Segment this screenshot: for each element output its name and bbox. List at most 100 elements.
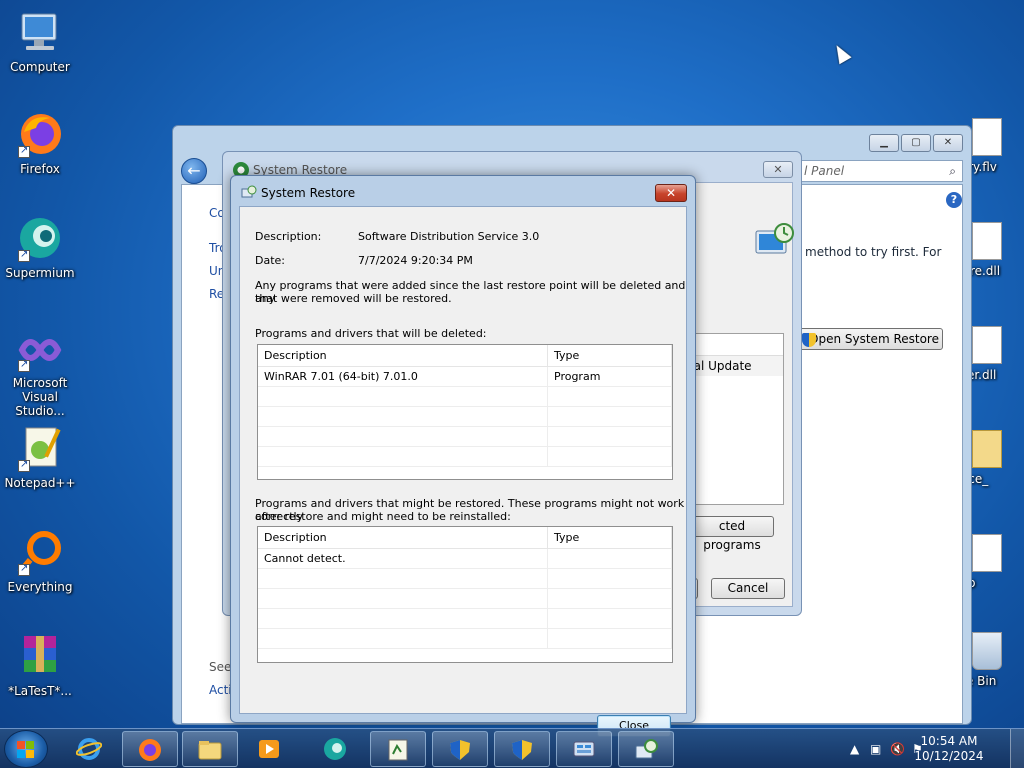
scan-affected-programs-button[interactable]: cted programs — [690, 516, 774, 552]
list-item[interactable]: cal Update — [683, 356, 783, 376]
desktop-icon-everything[interactable]: Everything — [0, 528, 80, 594]
help-icon[interactable]: ? — [946, 192, 962, 208]
control-panel-icon — [573, 741, 595, 757]
shield-icon — [512, 740, 532, 760]
table-row[interactable]: Cannot detect. — [258, 549, 672, 569]
maximize-button[interactable]: ▢ — [901, 134, 931, 152]
empty-row — [258, 387, 672, 407]
show-hidden-icons-icon[interactable]: ▲ — [850, 742, 859, 756]
row-description: Cannot detect. — [258, 549, 548, 568]
empty-row — [258, 629, 672, 649]
date-label: Date: — [255, 254, 285, 267]
date-value: 7/7/2024 9:20:34 PM — [358, 254, 473, 267]
wizard-close-button[interactable]: ✕ — [763, 161, 793, 178]
desktop-icon-visual-studio[interactable]: Microsoft Visual Studio... — [0, 330, 80, 418]
system-tray: ▲ ▣ 🔇 ⚑ 10:54 AM 10/12/2024 — [834, 729, 1024, 768]
dialog-body: Description: Software Distribution Servi… — [239, 206, 687, 737]
taskbar-control-panel[interactable] — [556, 731, 612, 767]
start-button[interactable] — [4, 730, 48, 768]
show-desktop-button[interactable] — [1010, 729, 1024, 768]
desktop-icon-firefox[interactable]: Firefox — [0, 110, 80, 176]
open-system-restore-button[interactable]: Open System Restore — [793, 328, 943, 350]
taskbar-notepadpp[interactable] — [370, 731, 426, 767]
taskbar-uac-shield-2[interactable] — [494, 731, 550, 767]
taskbar-explorer[interactable] — [182, 731, 238, 767]
desktop-icon-computer[interactable]: Computer — [0, 8, 80, 74]
empty-row — [258, 427, 672, 447]
internet-explorer-icon — [76, 738, 102, 760]
search-input[interactable]: l Panel ⌕ — [799, 160, 963, 182]
table-row[interactable]: WinRAR 7.01 (64-bit) 7.01.0 Program — [258, 367, 672, 387]
description-label: Description: — [255, 230, 322, 243]
restored-programs-table[interactable]: Description Type Cannot detect. — [257, 526, 673, 663]
restore-points-list[interactable]: e cal Update — [682, 333, 784, 505]
back-button[interactable]: ← — [181, 158, 207, 184]
system-restore-icon — [635, 739, 658, 759]
empty-row — [258, 407, 672, 427]
desktop-icon-supermium[interactable]: Supermium — [0, 214, 80, 280]
visual-studio-icon — [16, 330, 64, 372]
wizard-cancel-button[interactable]: Cancel — [711, 578, 785, 599]
notepadpp-icon — [388, 739, 408, 761]
row-description: WinRAR 7.01 (64-bit) 7.01.0 — [258, 367, 548, 386]
restore-computer-icon — [755, 223, 794, 254]
file-icon — [972, 534, 1002, 572]
action-center-link[interactable]: Acti — [209, 683, 232, 697]
desktop-icon-label: Microsoft Visual Studio... — [12, 376, 68, 418]
supermium-icon — [16, 214, 64, 262]
taskbar-system-restore[interactable] — [618, 731, 674, 767]
shield-icon — [802, 333, 816, 347]
column-header-type[interactable]: Type — [548, 527, 672, 548]
recycle-bin-icon — [972, 632, 1002, 670]
column-header-description[interactable]: Description — [258, 527, 548, 548]
folder-icon — [972, 430, 1002, 468]
firefox-icon — [139, 739, 161, 761]
notepadpp-icon — [16, 424, 64, 472]
desktop-icon-label: *LaTesT*... — [8, 684, 72, 698]
firefox-icon — [16, 110, 64, 158]
computer-icon — [16, 8, 64, 56]
taskbar-internet-explorer[interactable] — [62, 731, 118, 767]
table-header: Description Type — [258, 527, 672, 549]
list-header: e — [683, 334, 783, 356]
restored-programs-label-2: after restore and might need to be reins… — [255, 510, 511, 523]
desktop-icon-label: Notepad++ — [4, 476, 76, 490]
supermium-icon — [324, 738, 346, 760]
description-value: Software Distribution Service 3.0 — [358, 230, 540, 243]
desktop-icon-latest[interactable]: *LaTesT*... — [0, 632, 80, 698]
taskbar-media-player[interactable] — [242, 731, 298, 767]
row-type — [548, 549, 672, 568]
volume-muted-icon[interactable]: 🔇 — [890, 742, 905, 756]
winrar-icon — [16, 632, 64, 680]
dialog-close-button[interactable]: ✕ — [655, 184, 687, 202]
dialog-title: System Restore — [261, 186, 356, 200]
desktop-icon-label: Firefox — [20, 162, 60, 176]
row-type: Program — [548, 367, 672, 386]
see-also-heading: See — [209, 660, 232, 674]
desktop-icon-label: Supermium — [5, 266, 75, 280]
taskbar-firefox[interactable] — [122, 731, 178, 767]
search-icon[interactable]: ⌕ — [949, 161, 956, 181]
empty-row — [258, 589, 672, 609]
column-header-description[interactable]: Description — [258, 345, 548, 366]
column-header-type[interactable]: Type — [548, 345, 672, 366]
deleted-programs-table[interactable]: Description Type WinRAR 7.01 (64-bit) 7.… — [257, 344, 673, 480]
minimize-button[interactable]: ▁ — [869, 134, 899, 152]
empty-row — [258, 569, 672, 589]
taskbar-supermium[interactable] — [308, 731, 364, 767]
info-text-line-2: that were removed will be restored. — [255, 292, 452, 305]
close-button[interactable]: ✕ — [933, 134, 963, 152]
folder-icon — [198, 741, 222, 760]
network-icon[interactable]: ▣ — [870, 742, 881, 756]
empty-row — [258, 609, 672, 629]
table-header: Description Type — [258, 345, 672, 367]
media-player-icon — [259, 740, 279, 758]
clock[interactable]: 10:54 AM 10/12/2024 — [914, 734, 984, 764]
desktop-icon-label: Computer — [10, 60, 70, 74]
system-restore-icon — [241, 185, 257, 198]
file-icon — [972, 118, 1002, 156]
dll-file-icon — [972, 222, 1002, 260]
taskbar-uac-shield-1[interactable] — [432, 731, 488, 767]
desktop-icon-notepadpp[interactable]: Notepad++ — [0, 424, 80, 490]
system-restore-dialog: System Restore ✕ Description: Software D… — [230, 175, 696, 737]
